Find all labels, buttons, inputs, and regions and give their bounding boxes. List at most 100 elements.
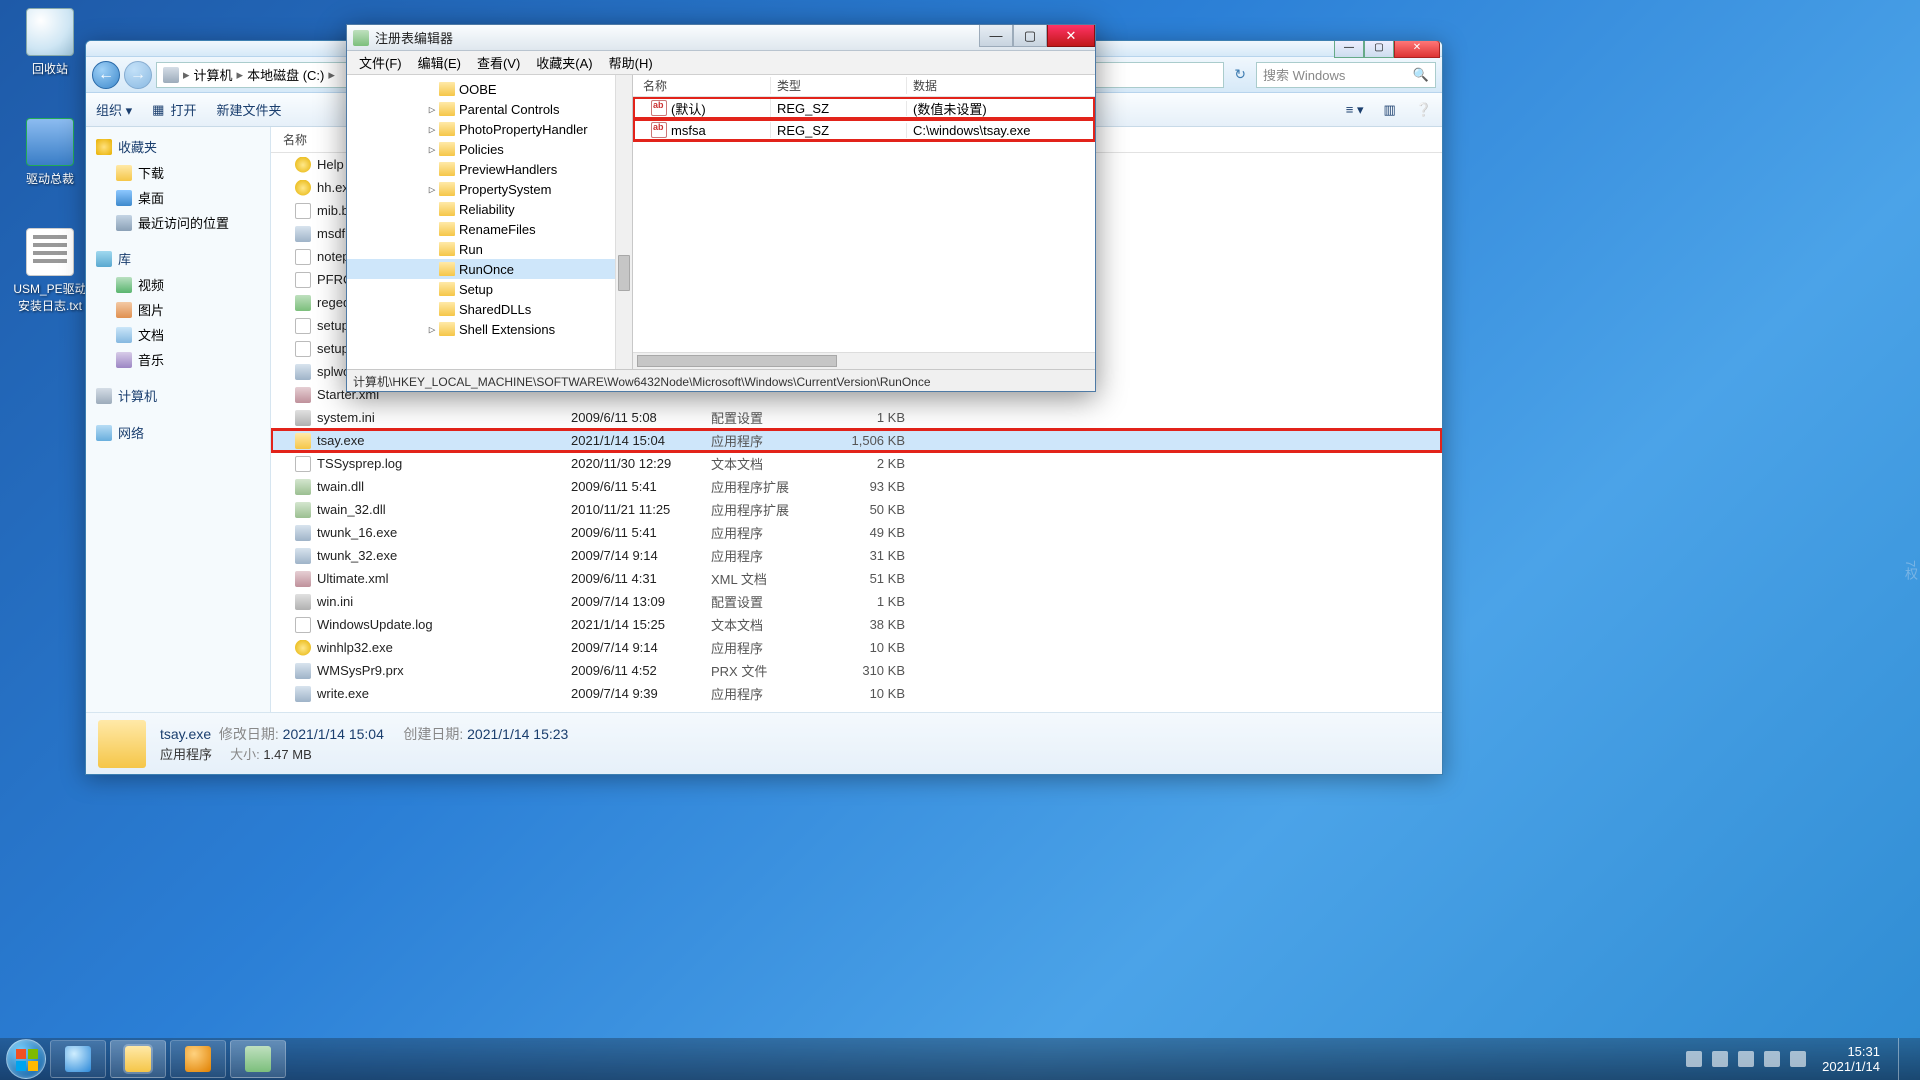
menu-file[interactable]: 文件(F): [353, 51, 408, 74]
tree-item[interactable]: SharedDLLs: [347, 299, 632, 319]
sidebar-item-downloads[interactable]: 下载: [86, 160, 270, 185]
nav-back-button[interactable]: ←: [92, 61, 120, 89]
refresh-icon[interactable]: ↻: [1228, 66, 1252, 83]
minimize-button[interactable]: —: [1334, 40, 1364, 58]
tree-item[interactable]: RenameFiles: [347, 219, 632, 239]
file-row[interactable]: system.ini2009/6/11 5:08配置设置1 KB: [271, 406, 1442, 429]
new-folder-button[interactable]: 新建文件夹: [216, 100, 281, 119]
scrollbar-thumb[interactable]: [637, 355, 837, 367]
vcol-name[interactable]: 名称: [633, 77, 771, 94]
taskbar-media[interactable]: [170, 1040, 226, 1078]
tree-item[interactable]: ▷Shell Extensions: [347, 319, 632, 339]
menu-help[interactable]: 帮助(H): [603, 51, 659, 74]
sidebar-item-documents[interactable]: 文档: [86, 322, 270, 347]
file-row[interactable]: tsay.exe2021/1/14 15:04应用程序1,506 KB: [271, 429, 1442, 452]
tree-scrollbar[interactable]: [615, 75, 632, 369]
sidebar-item-network[interactable]: 网络: [86, 419, 270, 446]
menu-edit[interactable]: 编辑(E): [412, 51, 467, 74]
vcol-type[interactable]: 类型: [771, 77, 907, 94]
tray-clock[interactable]: 15:31 2021/1/14: [1822, 1044, 1880, 1074]
registry-value-row[interactable]: (默认)REG_SZ(数值未设置): [633, 97, 1095, 119]
file-row[interactable]: win.ini2009/7/14 13:09配置设置1 KB: [271, 590, 1442, 613]
regedit-close-button[interactable]: ✕: [1047, 25, 1095, 47]
desktop-icon-recycle[interactable]: 回收站: [12, 8, 88, 77]
file-row[interactable]: Ultimate.xml2009/6/11 4:31XML 文档51 KB: [271, 567, 1442, 590]
sidebar-item-favorites[interactable]: 收藏夹: [86, 133, 270, 160]
scrollbar-thumb[interactable]: [618, 255, 630, 291]
start-button[interactable]: [6, 1039, 46, 1079]
file-icon: [295, 571, 311, 587]
file-row[interactable]: twunk_32.exe2009/7/14 9:14应用程序31 KB: [271, 544, 1442, 567]
sidebar-item-videos[interactable]: 视频: [86, 272, 270, 297]
preview-pane-icon[interactable]: ▥: [1384, 102, 1396, 118]
tray-icon[interactable]: [1686, 1051, 1702, 1067]
tree-item[interactable]: ▷PropertySystem: [347, 179, 632, 199]
tree-item[interactable]: Setup: [347, 279, 632, 299]
sidebar-item-music[interactable]: 音乐: [86, 347, 270, 372]
nav-forward-button[interactable]: →: [124, 61, 152, 89]
registry-value-row[interactable]: msfsaREG_SZC:\windows\tsay.exe: [633, 119, 1095, 141]
tree-item[interactable]: Run: [347, 239, 632, 259]
tree-item[interactable]: ▷Policies: [347, 139, 632, 159]
expand-icon[interactable]: ▷: [425, 143, 439, 156]
open-button[interactable]: ▦打开: [152, 100, 196, 119]
values-header[interactable]: 名称 类型 数据: [633, 75, 1095, 97]
vcol-data[interactable]: 数据: [907, 77, 1095, 94]
regedit-titlebar[interactable]: 注册表编辑器 — ▢ ✕: [347, 25, 1095, 51]
expand-icon[interactable]: ▷: [425, 323, 439, 336]
file-row[interactable]: TSSysprep.log2020/11/30 12:29文本文档2 KB: [271, 452, 1442, 475]
expand-icon[interactable]: ▷: [425, 123, 439, 136]
flag-icon[interactable]: [1712, 1051, 1728, 1067]
file-size: 31 KB: [831, 548, 921, 563]
file-row[interactable]: twain_32.dll2010/11/21 11:25应用程序扩展50 KB: [271, 498, 1442, 521]
desktop-icon-txt[interactable]: USM_PE驱动安装日志.txt: [12, 228, 88, 314]
breadcrumb-segment[interactable]: 计算机: [194, 65, 233, 84]
tree-item[interactable]: OOBE: [347, 79, 632, 99]
desktop-icon-driver[interactable]: 驱动总裁: [12, 118, 88, 187]
tree-item[interactable]: ▷PhotoPropertyHandler: [347, 119, 632, 139]
file-row[interactable]: WindowsUpdate.log2021/1/14 15:25文本文档38 K…: [271, 613, 1442, 636]
tree-item[interactable]: Reliability: [347, 199, 632, 219]
expand-icon[interactable]: ▷: [425, 183, 439, 196]
file-row[interactable]: winhlp32.exe2009/7/14 9:14应用程序10 KB: [271, 636, 1442, 659]
organize-menu[interactable]: 组织 ▾: [96, 100, 132, 119]
view-menu-icon[interactable]: ≡ ▾: [1346, 102, 1364, 118]
sidebar-item-computer[interactable]: 计算机: [86, 382, 270, 409]
sidebar-item-libraries[interactable]: 库: [86, 245, 270, 272]
sidebar-item-recent[interactable]: 最近访问的位置: [86, 210, 270, 235]
file-row[interactable]: twunk_16.exe2009/6/11 5:41应用程序49 KB: [271, 521, 1442, 544]
file-name: system.ini: [317, 410, 375, 425]
regedit-maximize-button[interactable]: ▢: [1013, 25, 1047, 47]
volume-icon[interactable]: [1790, 1051, 1806, 1067]
sidebar-item-pictures[interactable]: 图片: [86, 297, 270, 322]
show-desktop-button[interactable]: [1898, 1038, 1912, 1080]
sidebar-item-desktop[interactable]: 桌面: [86, 185, 270, 210]
breadcrumb-segment[interactable]: 本地磁盘 (C:): [247, 65, 324, 84]
search-input[interactable]: 搜索 Windows 🔍: [1256, 62, 1436, 88]
tree-item[interactable]: PreviewHandlers: [347, 159, 632, 179]
expand-icon[interactable]: ▷: [425, 103, 439, 116]
tree-item[interactable]: RunOnce: [347, 259, 632, 279]
network-icon[interactable]: [1764, 1051, 1780, 1067]
maximize-button[interactable]: ▢: [1364, 40, 1394, 58]
taskbar-explorer[interactable]: [110, 1040, 166, 1078]
file-date: 2009/7/14 9:14: [571, 548, 711, 563]
file-row[interactable]: write.exe2009/7/14 9:39应用程序10 KB: [271, 682, 1442, 705]
values-scrollbar[interactable]: [633, 352, 1095, 369]
menu-favorites[interactable]: 收藏夹(A): [530, 51, 598, 74]
registry-tree[interactable]: OOBE▷Parental Controls▷PhotoPropertyHand…: [347, 75, 633, 369]
close-button[interactable]: ✕: [1394, 40, 1440, 58]
music-icon: [116, 352, 132, 368]
file-type: 应用程序: [711, 431, 831, 450]
help-icon[interactable]: ❔: [1416, 102, 1432, 118]
file-icon: [295, 226, 311, 242]
recent-icon: [116, 215, 132, 231]
tray-icon[interactable]: [1738, 1051, 1754, 1067]
menu-view[interactable]: 查看(V): [471, 51, 526, 74]
taskbar-regedit[interactable]: [230, 1040, 286, 1078]
regedit-minimize-button[interactable]: —: [979, 25, 1013, 47]
file-row[interactable]: twain.dll2009/6/11 5:41应用程序扩展93 KB: [271, 475, 1442, 498]
tree-item[interactable]: ▷Parental Controls: [347, 99, 632, 119]
taskbar-ie[interactable]: [50, 1040, 106, 1078]
file-row[interactable]: WMSysPr9.prx2009/6/11 4:52PRX 文件310 KB: [271, 659, 1442, 682]
